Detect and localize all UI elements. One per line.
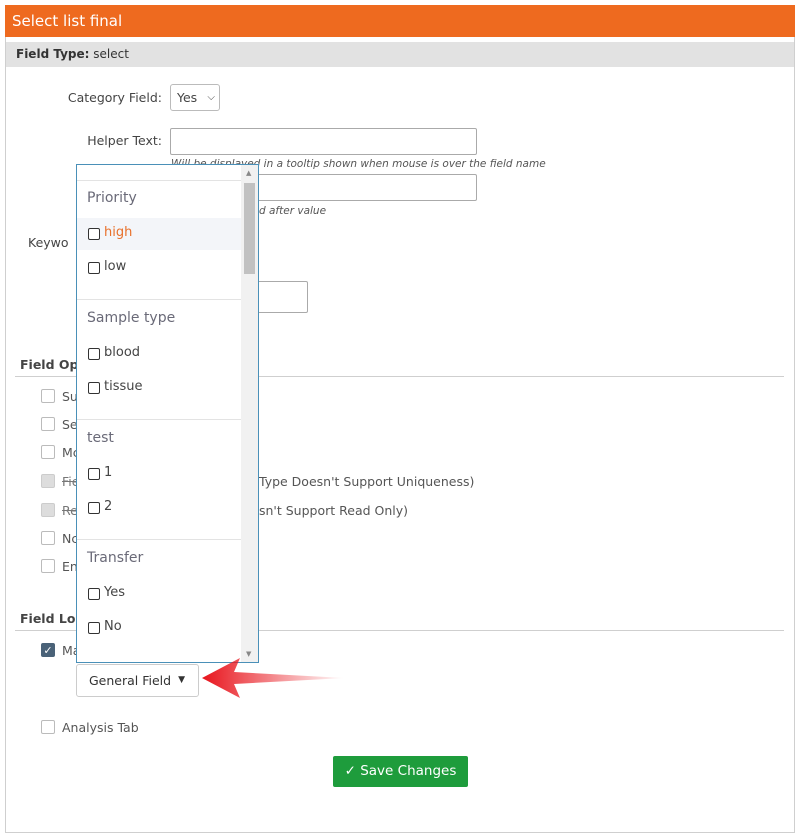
item-checkbox[interactable] — [88, 622, 100, 634]
helper-text-input[interactable] — [170, 128, 477, 155]
analysis-tab-label: Analysis Tab — [62, 720, 139, 735]
option-checkbox-6[interactable] — [41, 531, 55, 545]
option-checkbox-3[interactable] — [41, 445, 55, 459]
field-type-bar: Field Type: select — [6, 42, 794, 67]
dropdown-item-yes[interactable]: Yes — [77, 578, 242, 610]
field-options-heading: Field Opt — [20, 357, 85, 372]
option-checkbox-readonly — [41, 503, 55, 517]
scroll-up-icon[interactable]: ▲ — [246, 169, 251, 177]
general-field-label: General Field — [89, 673, 172, 688]
option-checkbox-2[interactable] — [41, 417, 55, 431]
item-checkbox[interactable] — [88, 468, 100, 480]
group-heading-sample-type: Sample type — [87, 310, 176, 326]
item-label: Yes — [104, 585, 125, 600]
general-field-dropdown-button[interactable]: General Field ▼ — [76, 664, 199, 697]
general-field-dropdown-menu[interactable]: Priority high low Sample type blood tiss… — [76, 164, 259, 663]
item-label: tissue — [104, 379, 143, 394]
panel-title: Select list final — [5, 5, 795, 37]
group-separator — [77, 180, 242, 181]
item-checkbox[interactable] — [88, 228, 100, 240]
field-type-label: Field Type: — [16, 47, 90, 61]
chevron-down-icon: ⌵ — [207, 92, 215, 103]
option-checkbox-unique — [41, 474, 55, 488]
option-checkbox-1[interactable] — [41, 389, 55, 403]
category-field-label: Category Field: — [67, 90, 162, 105]
item-checkbox[interactable] — [88, 588, 100, 600]
dropdown-item-1[interactable]: 1 — [77, 458, 242, 490]
item-label: blood — [104, 345, 141, 360]
option-checkbox-7[interactable] — [41, 559, 55, 573]
scrollbar-thumb[interactable] — [244, 183, 255, 274]
check-icon: ✓ — [344, 763, 356, 779]
category-field-value: Yes — [177, 90, 198, 105]
checkmark-icon: ✓ — [43, 644, 53, 657]
item-label: low — [104, 259, 127, 274]
main-location-checkbox[interactable]: ✓ — [41, 643, 55, 657]
helper-text-label: Helper Text: — [87, 133, 162, 148]
group-heading-transfer: Transfer — [87, 550, 144, 566]
keyword-label: Keywo — [28, 235, 69, 250]
item-label: No — [104, 619, 122, 634]
dropdown-item-low[interactable]: low — [77, 252, 242, 284]
field-location-heading: Field Loc — [20, 611, 83, 626]
dropdown-item-2[interactable]: 2 — [77, 492, 242, 524]
group-separator — [77, 299, 242, 300]
item-checkbox[interactable] — [88, 262, 100, 274]
item-label: high — [104, 225, 133, 240]
item-checkbox[interactable] — [88, 348, 100, 360]
caret-down-icon: ▼ — [178, 675, 185, 685]
save-changes-button[interactable]: ✓ Save Changes — [333, 756, 468, 787]
field-type-value: select — [93, 47, 129, 61]
analysis-tab-checkbox[interactable] — [41, 720, 55, 734]
dropdown-item-no[interactable]: No — [77, 612, 242, 644]
group-heading-test: test — [87, 430, 114, 446]
item-checkbox[interactable] — [88, 502, 100, 514]
category-field-select[interactable]: Yes ⌵ — [170, 84, 220, 111]
item-label: 1 — [104, 465, 113, 480]
item-checkbox[interactable] — [88, 382, 100, 394]
save-changes-label: Save Changes — [360, 763, 457, 779]
dropdown-scrollbar[interactable]: ▲ ▼ — [241, 165, 258, 662]
group-heading-priority: Priority — [87, 190, 137, 206]
group-separator — [77, 419, 242, 420]
dropdown-item-tissue[interactable]: tissue — [77, 372, 242, 404]
item-label: 2 — [104, 499, 113, 514]
dropdown-item-blood[interactable]: blood — [77, 338, 242, 370]
group-separator — [77, 539, 242, 540]
option-readonly-note: sn't Support Read Only) — [259, 503, 409, 518]
unit-hint: d after value — [259, 205, 327, 217]
dropdown-item-high[interactable]: high — [77, 218, 242, 250]
red-arrow-annotation — [202, 658, 345, 698]
option-unique-note: Type Doesn't Support Uniqueness) — [259, 474, 475, 489]
